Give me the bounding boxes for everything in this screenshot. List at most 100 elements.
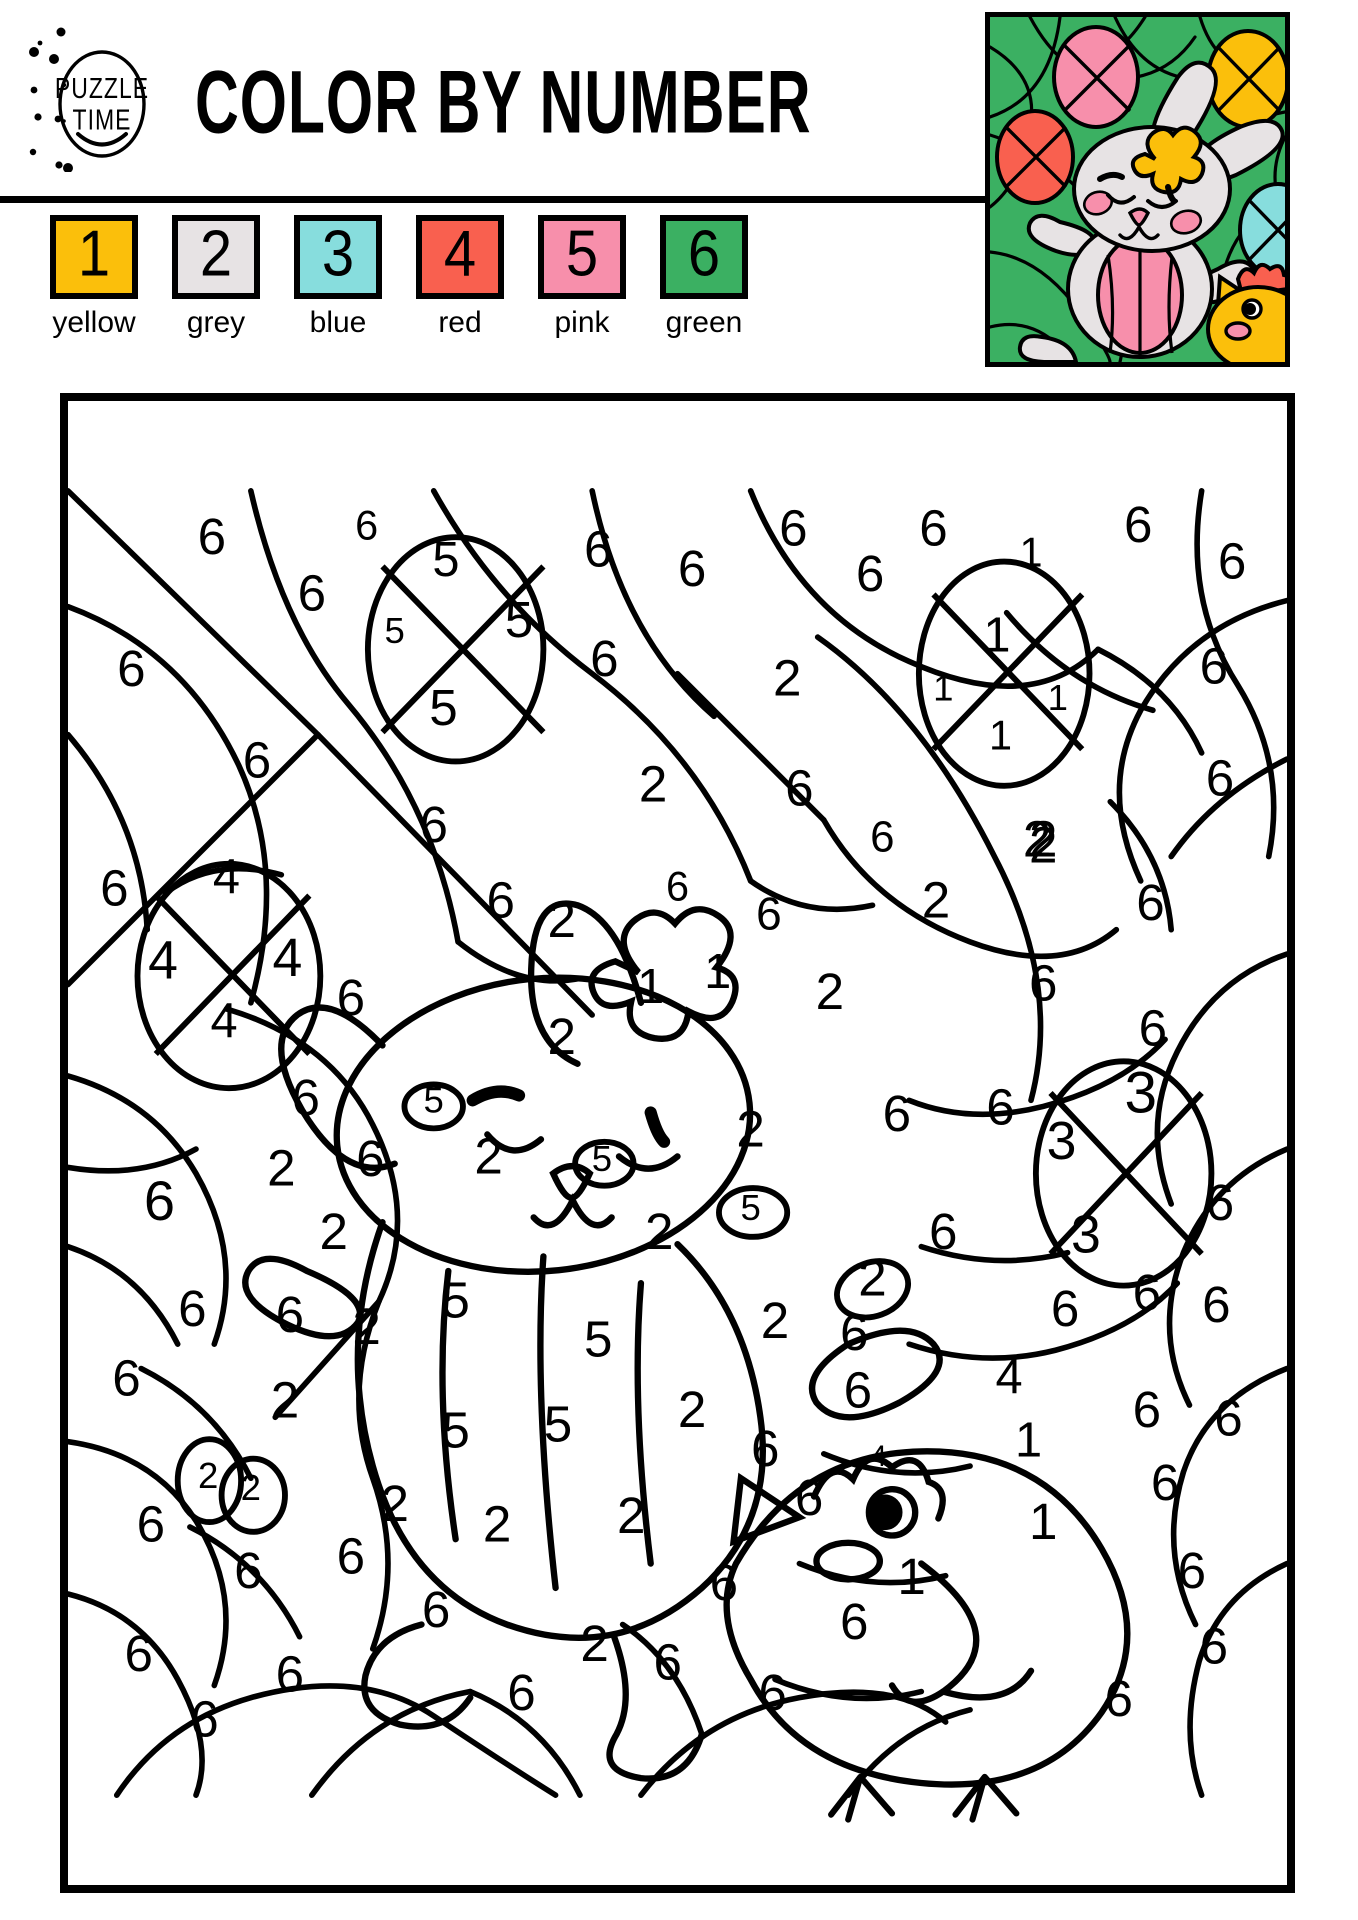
puzzle-number: 6	[751, 1420, 779, 1477]
legend-swatch-3: 3	[294, 215, 382, 299]
puzzle-number: 6	[144, 1169, 175, 1232]
puzzle-number: 6	[840, 1593, 868, 1650]
legend-label-2: grey	[186, 306, 246, 339]
legend-label-6: green	[665, 306, 743, 339]
puzzle-number: 6	[117, 640, 145, 697]
puzzle-number: 6	[710, 1554, 738, 1611]
puzzle-number: 6	[1139, 999, 1167, 1056]
puzzle-number: 2	[483, 1496, 511, 1553]
puzzle-number: 1	[1019, 528, 1042, 575]
puzzle-number: 5	[441, 1271, 469, 1328]
legend-item-2[interactable]: 2 grey	[162, 215, 270, 340]
puzzle-number: 6	[419, 796, 447, 853]
preview-artwork	[990, 17, 1285, 362]
puzzle-number: 6	[654, 1633, 682, 1690]
puzzle-number: 5	[592, 1138, 612, 1179]
puzzle-number: 2	[547, 1008, 575, 1065]
color-by-number-puzzle[interactable]: 6665556666616665621111662666626462662262…	[60, 393, 1295, 1893]
puzzle-number: 6	[291, 1069, 319, 1126]
puzzle-background	[68, 490, 1287, 1796]
logo-svg: PUZZLE TIME	[29, 27, 148, 172]
legend-number-3: 3	[321, 217, 355, 290]
puzzle-number: 2	[639, 756, 667, 813]
puzzle-number: 2	[352, 1298, 380, 1355]
puzzle-number: 6	[112, 1349, 140, 1406]
puzzle-number: 6	[870, 813, 894, 862]
puzzle-number: 3	[1124, 1061, 1157, 1126]
legend-number-5: 5	[565, 217, 599, 290]
puzzle-number: 6	[356, 1130, 384, 1187]
puzzle-number: 6	[298, 564, 326, 621]
puzzle-number: 2	[547, 891, 575, 948]
legend-label-4: red	[438, 306, 482, 339]
puzzle-number: 5	[429, 679, 457, 736]
puzzle-number: 6	[178, 1280, 206, 1337]
puzzle-number: 6	[758, 1664, 786, 1721]
legend-item-5[interactable]: 5 pink	[528, 215, 636, 340]
puzzle-number: 2	[858, 1249, 886, 1306]
puzzle-number: 2	[922, 871, 950, 928]
puzzle-number: 6	[986, 1079, 1014, 1136]
puzzle-number: 4	[213, 850, 240, 904]
puzzle-number: 5	[432, 533, 459, 587]
puzzle-number: 2	[678, 1381, 706, 1438]
puzzle-artwork: 66655 56 6666 1 66656 211 1166 2 6 66 6 26 4 6 266 2262…	[68, 488, 1287, 1823]
puzzle-number: 2	[645, 1203, 673, 1260]
legend-swatch-5: 5	[538, 215, 626, 299]
puzzle-number: 6	[355, 502, 378, 549]
puzzle-number: 2	[267, 1140, 295, 1197]
puzzle-number: 6	[337, 969, 365, 1026]
puzzle-number: 4	[273, 928, 303, 988]
puzzle-number: 2	[736, 1101, 764, 1158]
legend-item-4[interactable]: 4 red	[406, 215, 514, 340]
puzzle-number: 6	[840, 1304, 868, 1361]
legend-label-3: blue	[309, 306, 367, 339]
puzzle-number: 5	[505, 591, 533, 648]
puzzle-number: 2	[1023, 811, 1051, 868]
puzzle-number: 6	[1133, 1381, 1161, 1438]
puzzle-number: 6	[198, 508, 226, 565]
puzzle-number: 6	[507, 1664, 535, 1721]
puzzle-number: 6	[1124, 496, 1152, 553]
puzzle-number: 6	[1151, 1454, 1179, 1511]
puzzle-number: 2	[320, 1203, 348, 1260]
puzzle-number: 6	[883, 1085, 911, 1142]
puzzle-number: 6	[678, 540, 706, 597]
puzzle-number: 6	[929, 1203, 957, 1260]
puzzle-number: 2	[617, 1487, 645, 1544]
puzzle-number: 2	[816, 963, 844, 1020]
puzzle-number: 1	[1029, 1493, 1057, 1550]
svg-text:TIME: TIME	[73, 103, 132, 136]
puzzle-number: 6	[1029, 954, 1057, 1011]
legend-item-6[interactable]: 6 green	[650, 215, 758, 340]
header-divider	[0, 196, 1100, 203]
legend-item-3[interactable]: 3 blue	[284, 215, 392, 340]
puzzle-number: 6	[1105, 1670, 1133, 1727]
puzzle-number: 6	[337, 1527, 365, 1584]
puzzle-number: 6	[190, 1691, 218, 1748]
puzzle-time-logo: PUZZLE TIME	[28, 22, 178, 172]
puzzle-number: 2	[241, 1467, 261, 1508]
puzzle-number: 4	[148, 930, 178, 990]
puzzle-number: 2	[198, 1455, 218, 1496]
puzzle-number: 6	[1200, 637, 1228, 694]
legend-number-6: 6	[687, 217, 721, 290]
puzzle-number: 4	[996, 1350, 1023, 1404]
legend-item-1[interactable]: 1 yellow	[40, 215, 148, 340]
puzzle-number: 4	[870, 1441, 886, 1473]
puzzle-number: 1	[933, 668, 953, 709]
puzzle-number: 1	[1015, 1413, 1042, 1467]
puzzle-number: 2	[580, 1615, 608, 1672]
puzzle-number: 6	[1136, 874, 1164, 931]
puzzle-number: 5	[441, 1402, 469, 1459]
puzzle-number: 6	[1178, 1542, 1206, 1599]
puzzle-number: 6	[785, 759, 813, 816]
puzzle-number: 2	[380, 1475, 408, 1532]
legend-swatch-6: 6	[660, 215, 748, 299]
legend-swatch-1: 1	[50, 215, 138, 299]
legend-number-1: 1	[77, 217, 111, 290]
preview-chick	[1206, 262, 1285, 362]
puzzle-number: 5	[740, 1187, 760, 1228]
puzzle-number: 6	[1206, 750, 1234, 807]
puzzle-number: 6	[1133, 1264, 1161, 1321]
